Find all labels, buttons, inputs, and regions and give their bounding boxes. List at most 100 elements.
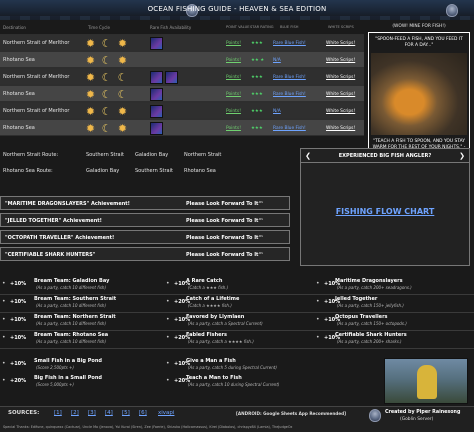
points-link[interactable]: Points! (226, 120, 241, 137)
blue-fish-link[interactable]: Rare Blue Fish! (273, 120, 306, 137)
bonus-icon: • (316, 334, 320, 341)
route-stop: Galadion Bay (86, 168, 120, 174)
route-row: Northern Strait of Merlthor ✹ ☾ ✹ Points! ★★★… (0, 34, 364, 51)
source-link-1[interactable]: [1] (54, 410, 62, 416)
star-rating: ★★★ (251, 41, 263, 46)
points-link[interactable]: Points! (226, 52, 241, 69)
destination-name: Northern Strait of Merlthor (3, 74, 70, 80)
bonus-row: • +10% Bream Team: Southern Strait (As a pa… (0, 295, 474, 312)
bonus-icon: • (316, 280, 320, 287)
bonus-condition: (As a party, catch 200+ sharks.) (337, 339, 402, 344)
moon-icon: ☾ (101, 88, 112, 101)
white-scrips-link[interactable]: White Scrips! (326, 35, 355, 52)
achievement-row: "OCTOPATH TRAVELLER" Achievement! Please … (0, 230, 290, 244)
bonus-icon: • (2, 298, 6, 305)
source-link-5[interactable]: [5] (122, 410, 130, 416)
bonus-condition: (As a party, catch 150+ octopods.) (337, 321, 407, 326)
rare-fish-list (150, 71, 178, 84)
blue-fish-link[interactable]: N/A (273, 103, 281, 120)
chevron-left-icon[interactable]: ❮ (303, 151, 313, 161)
bonus-name: Fabled Fishers (186, 332, 227, 338)
sun-icon: ✹ (85, 71, 96, 84)
bonus-condition: (As a party, catch 150+ jellyfish.) (337, 303, 404, 308)
route-label: Northern Strait Route: (3, 152, 59, 158)
points-link[interactable]: Points! (226, 86, 241, 103)
achievement-row: "JELLED TOGETHER" Achievement! Please Loo… (0, 213, 290, 227)
col-time-cycle: Time Cycle (88, 25, 110, 30)
source-link-3[interactable]: [3] (88, 410, 96, 416)
blue-fish-link[interactable]: Rare Blue Fish! (273, 69, 306, 86)
time-cycle: ✹ ☾ ✹ (84, 54, 129, 67)
source-link-4[interactable]: [4] (105, 410, 113, 416)
star-rating: ★★★ (251, 126, 263, 131)
bonus-name: Big Fish in a Small Pond (34, 375, 102, 381)
fishing-flow-chart-link[interactable]: FISHING FLOW CHART (301, 207, 469, 216)
route-stop: Rhotano Sea (184, 168, 216, 174)
route-label: Rhotano Sea Route: (3, 168, 53, 174)
white-scrips-link[interactable]: White Scrips! (326, 120, 355, 137)
bonus-condition: (As a party, catch 10 different fish) (36, 321, 107, 326)
col-rare-fish: Rare Fish Availability (150, 25, 192, 30)
route-stop: Southern Strait (135, 168, 173, 174)
sun-icon: ✹ (85, 37, 96, 50)
bonus-condition: (Score 2,500pts +) (36, 365, 74, 370)
chevron-right-icon[interactable]: ❯ (457, 151, 467, 161)
source-link-2[interactable]: [2] (71, 410, 79, 416)
bonus-condition: (As a party, catch 10 different fish) (36, 339, 107, 344)
bonus-icon: • (166, 298, 170, 305)
fish-icon (150, 122, 163, 135)
bonus-name: Bream Team: Galadion Bay (34, 278, 110, 284)
fish-icon (150, 37, 163, 50)
blue-fish-link[interactable]: Rare Blue Fish! (273, 86, 306, 103)
white-scrips-link[interactable]: White Scrips! (326, 69, 355, 86)
achievement-status: Please Look Forward To It™ (186, 218, 264, 224)
bonus-condition: (As a party, catch 200+ seadragons.) (337, 285, 412, 290)
destination-name: Rhotano Sea (3, 91, 35, 97)
android-note: [ANDROID: Google Sheets App Recommended] (236, 411, 347, 416)
bonus-icon: • (166, 334, 170, 341)
white-scrips-link[interactable]: White Scrips! (326, 103, 355, 120)
credit: Created by Piper Rainesong (385, 410, 461, 415)
bonus-name: Give a Man a Fish (186, 358, 236, 364)
time-cycle: ✹ ☾ ☾ (84, 71, 129, 84)
bonus-percent: +10% (10, 299, 27, 305)
sun-icon: ✹ (85, 122, 96, 135)
route-stop: Galadion Bay (135, 152, 169, 158)
bonus-condition: (As a party, catch a Spectral Current) (188, 321, 263, 326)
bonus-icon: • (316, 298, 320, 305)
sun-icon: ✹ (85, 54, 96, 67)
points-link[interactable]: Points! (226, 35, 241, 52)
white-scrips-link[interactable]: White Scrips! (326, 52, 355, 69)
bonus-icon: • (316, 316, 320, 323)
blue-fish-link[interactable]: N/A (273, 52, 281, 69)
bonus-icon: • (166, 377, 170, 384)
blue-fish-link[interactable]: Rare Blue Fish! (273, 35, 306, 52)
bonus-condition: (As a party, catch 10 different fish) (36, 303, 107, 308)
route-stop: Northern Strait (184, 152, 222, 158)
achievement-status: Please Look Forward To It™ (186, 252, 264, 258)
time-cycle: ✹ ☾ ✹ (84, 122, 129, 135)
rare-fish-list (150, 88, 163, 101)
rare-fish-list (150, 122, 163, 135)
source-link-6[interactable]: [6] (139, 410, 147, 416)
time-cycle: ✹ ☾ ☾ (84, 88, 129, 101)
route-rhotano: Rhotano Sea Route: Galadion Bay Southern… (0, 164, 270, 178)
wow-caption: (WOW! MINE FOR FISH!) (392, 24, 446, 29)
bonus-percent: +10% (10, 317, 27, 323)
source-link-xivapi[interactable]: xivapi (158, 410, 174, 416)
col-white: WHITE SCRIPS (328, 25, 354, 29)
bonus-row: • +10% Bream Team: Rhotano Sea (As a party,… (0, 331, 474, 348)
big-fish-panel: EXPERIENCED BIG FISH ANGLER? ❮ ❯ FISHING… (300, 148, 470, 266)
bonus-icon: • (2, 377, 6, 384)
route-row: Rhotano Sea ✹ ☾ ✹ Points! ★★ ★ N/A White Scrips… (0, 51, 364, 68)
footer: SOURCES: [1] [2] [3] [4] [5] [6] xivapi … (0, 406, 474, 432)
achievement-name: "JELLED TOGETHER" Achievement! (5, 218, 102, 224)
bonus-name: Catch of a Lifetime (186, 296, 240, 302)
points-link[interactable]: Points! (226, 69, 241, 86)
points-link[interactable]: Points! (226, 103, 241, 120)
achievement-name: "OCTOPATH TRAVELLER" Achievement! (5, 235, 115, 241)
angler-photo (384, 358, 468, 404)
divider (0, 348, 474, 349)
bonus-name: Octopus Travellers (335, 314, 388, 320)
white-scrips-link[interactable]: White Scrips! (326, 86, 355, 103)
